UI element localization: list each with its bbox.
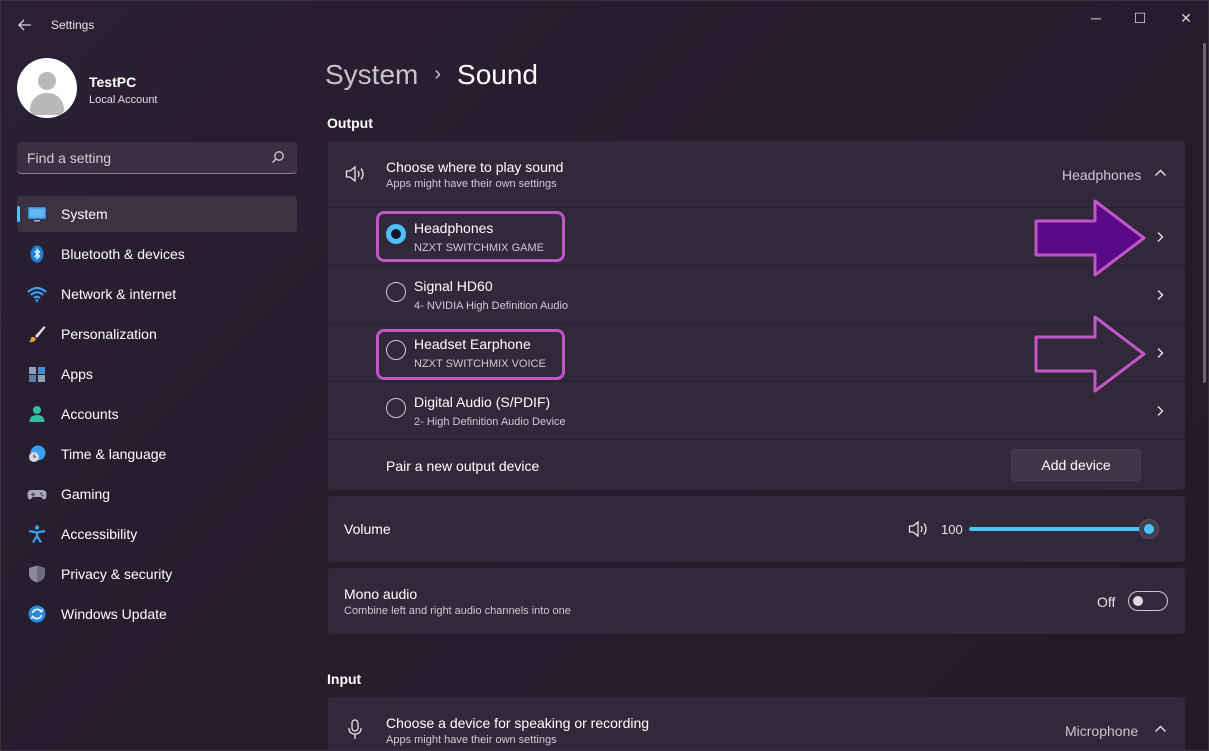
sidebar-item-time-language[interactable]: Time & language <box>17 436 297 472</box>
sidebar-item-label: Bluetooth & devices <box>61 246 185 262</box>
device-name: Digital Audio (S/PDIF) <box>414 394 551 410</box>
device-radio[interactable] <box>386 282 406 302</box>
volume-card: Volume 100 <box>328 496 1185 562</box>
search-input[interactable]: Find a setting <box>17 142 297 174</box>
annotation-highlight-box <box>376 329 565 380</box>
sidebar-item-windows-update[interactable]: Windows Update <box>17 596 297 632</box>
chevron-right-icon[interactable] <box>1154 405 1166 417</box>
chevron-right-icon[interactable] <box>1154 289 1166 301</box>
choose-input-subtitle: Apps might have their own settings <box>386 734 557 746</box>
sidebar-item-label: Privacy & security <box>61 566 173 582</box>
sidebar-item-label: System <box>61 206 108 222</box>
sidebar-item-accessibility[interactable]: Accessibility <box>17 516 297 552</box>
selected-output-value: Headphones <box>1062 167 1142 183</box>
search-icon[interactable] <box>271 150 285 164</box>
volume-icon[interactable] <box>908 520 930 538</box>
app-title: Settings <box>51 18 95 32</box>
input-section-title: Input <box>327 671 362 687</box>
annotation-highlight-box <box>376 211 565 262</box>
choose-output-title: Choose where to play sound <box>386 159 564 175</box>
search-placeholder: Find a setting <box>27 150 112 166</box>
monitor-icon <box>28 207 46 222</box>
mono-audio-title: Mono audio <box>344 586 418 602</box>
breadcrumb: System › Sound <box>325 59 538 91</box>
volume-slider-track[interactable] <box>969 527 1149 531</box>
volume-value: 100 <box>941 522 963 537</box>
close-button[interactable]: ✕ <box>1163 7 1208 29</box>
arrow-right-icon <box>1034 199 1146 277</box>
chevron-right-icon[interactable] <box>1154 231 1166 243</box>
chevron-up-icon[interactable] <box>1154 724 1167 734</box>
sidebar-item-label: Time & language <box>61 446 167 462</box>
minimize-button[interactable]: ─ <box>1073 7 1119 29</box>
mono-audio-subtitle: Combine left and right audio channels in… <box>344 605 571 617</box>
mono-audio-toggle[interactable] <box>1128 591 1168 611</box>
maximize-button[interactable]: ☐ <box>1117 7 1163 29</box>
person-icon <box>29 406 45 422</box>
sidebar-item-label: Gaming <box>61 486 111 502</box>
device-radio[interactable] <box>386 398 406 418</box>
settings-window: Settings ─ ☐ ✕ TestPC Local Account Find… <box>0 0 1209 751</box>
mono-audio-card: Mono audio Combine left and right audio … <box>328 568 1185 634</box>
sidebar-item-network[interactable]: Network & internet <box>17 276 297 312</box>
volume-label: Volume <box>344 521 391 537</box>
accessibility-icon <box>28 525 46 543</box>
back-button[interactable] <box>15 15 35 35</box>
sidebar-item-label: Personalization <box>61 326 157 342</box>
device-detail: 4- NVIDIA High Definition Audio <box>414 300 569 312</box>
sidebar-item-personalization[interactable]: Personalization <box>17 316 297 352</box>
minimize-icon: ─ <box>1091 10 1101 26</box>
chevron-right-icon: › <box>434 63 442 85</box>
sidebar-item-label: Network & internet <box>61 286 177 302</box>
apps-icon <box>29 367 45 382</box>
sidebar-item-gaming[interactable]: Gaming <box>17 476 297 512</box>
selected-input-value: Microphone <box>1065 723 1139 739</box>
avatar <box>17 58 77 118</box>
close-icon: ✕ <box>1180 10 1192 26</box>
chevron-up-icon[interactable] <box>1154 168 1167 178</box>
sidebar-item-label: Apps <box>61 366 93 382</box>
scrollbar[interactable] <box>1203 43 1206 383</box>
sidebar-item-privacy[interactable]: Privacy & security <box>17 556 297 592</box>
choose-output-subtitle: Apps might have their own settings <box>386 178 557 190</box>
device-name: Signal HD60 <box>414 278 493 294</box>
gamepad-icon <box>27 490 47 500</box>
pair-device-label: Pair a new output device <box>386 458 540 474</box>
globe-clock-icon <box>29 445 46 462</box>
mono-audio-state: Off <box>1097 594 1116 610</box>
arrow-left-icon <box>18 19 31 31</box>
microphone-icon <box>348 719 362 739</box>
wifi-icon <box>27 286 47 302</box>
sidebar-item-label: Windows Update <box>61 606 167 622</box>
pair-output-device-row: Pair a new output device Add device <box>328 439 1185 490</box>
volume-slider-thumb[interactable] <box>1139 519 1159 539</box>
sidebar-item-system[interactable]: System <box>17 196 297 232</box>
profile-account-type: Local Account <box>89 94 158 106</box>
input-device-card: Choose a device for speaking or recordin… <box>328 697 1185 750</box>
bluetooth-icon <box>30 245 44 263</box>
page-title: Sound <box>457 59 538 90</box>
profile-name: TestPC <box>89 74 137 90</box>
choose-input-title: Choose a device for speaking or recordin… <box>386 715 650 731</box>
speaker-icon <box>345 165 364 183</box>
sidebar-item-label: Accessibility <box>61 526 138 542</box>
chevron-right-icon[interactable] <box>1154 347 1166 359</box>
brush-icon <box>29 326 46 343</box>
sidebar-item-label: Accounts <box>61 406 119 422</box>
sidebar-nav: System Bluetooth & devices Network & int… <box>17 196 297 636</box>
sidebar-item-bluetooth[interactable]: Bluetooth & devices <box>17 236 297 272</box>
shield-icon <box>29 565 45 583</box>
output-section-title: Output <box>327 115 373 131</box>
sidebar-item-accounts[interactable]: Accounts <box>17 396 297 432</box>
sidebar-item-apps[interactable]: Apps <box>17 356 297 392</box>
update-icon <box>28 605 46 623</box>
device-detail: 2- High Definition Audio Device <box>414 416 566 428</box>
choose-input-row[interactable]: Choose a device for speaking or recordin… <box>328 697 1185 750</box>
maximize-icon: ☐ <box>1133 10 1147 26</box>
add-device-button[interactable]: Add device <box>1011 449 1141 481</box>
title-bar: Settings ─ ☐ ✕ <box>1 1 1208 49</box>
arrow-right-outline-icon <box>1034 315 1146 393</box>
breadcrumb-parent[interactable]: System <box>325 59 418 90</box>
